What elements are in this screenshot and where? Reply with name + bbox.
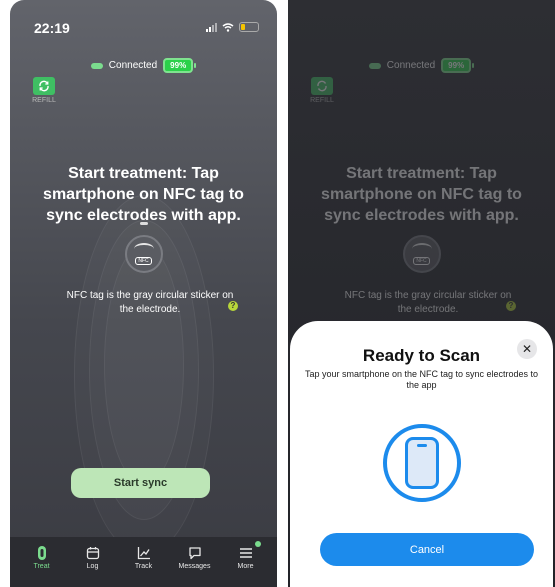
help-icon: ? — [506, 301, 516, 311]
tab-more[interactable]: More — [220, 537, 271, 587]
battery-icon — [239, 22, 259, 32]
status-bar: 22:19 — [10, 20, 277, 38]
signal-icon — [206, 22, 217, 32]
sheet-title: Ready to Scan — [362, 346, 481, 365]
tab-treat[interactable]: Treat — [16, 537, 67, 587]
refill-label: REFILL — [32, 97, 56, 104]
device-battery-badge: 99% — [163, 58, 194, 73]
refill-label: REFILL — [310, 97, 334, 104]
phone-scan-icon — [382, 424, 461, 502]
tab-track[interactable]: Track — [118, 537, 169, 587]
nfc-hint-text: NFC tag is the gray circular sticker on … — [66, 290, 234, 315]
start-sync-button[interactable]: Start sync — [71, 468, 210, 498]
tab-bar: Treat Log Track Messages More — [10, 537, 277, 587]
connection-status: Connected 99% — [10, 58, 277, 73]
close-icon[interactable]: ✕ — [517, 339, 537, 359]
connection-status: Connected 99% — [288, 58, 555, 73]
refresh-icon — [311, 77, 333, 95]
menu-icon — [239, 545, 253, 561]
nfc-hint-text: NFC tag is the gray circular sticker on … — [344, 290, 512, 315]
loading-indicator — [139, 222, 148, 225]
chat-icon — [188, 545, 202, 561]
wifi-icon — [222, 22, 234, 32]
nfc-tag-icon: NFC — [124, 235, 163, 273]
status-time: 22:19 — [34, 20, 70, 36]
calendar-icon — [86, 545, 100, 561]
treat-icon — [37, 545, 47, 561]
refill-button: REFILL — [307, 77, 337, 104]
connection-dot-icon — [90, 62, 103, 69]
cancel-button[interactable]: Cancel — [320, 533, 534, 566]
help-icon[interactable]: ? — [228, 301, 238, 311]
tab-log[interactable]: Log — [67, 537, 118, 587]
connection-label: Connected — [108, 60, 158, 71]
connection-dot-icon — [368, 62, 381, 69]
treatment-headline: Start treatment: Tap smartphone on NFC t… — [43, 165, 244, 224]
nfc-scan-sheet: Ready to Scan ✕ Tap your smartphone on t… — [290, 321, 553, 587]
refill-button[interactable]: REFILL — [29, 77, 59, 104]
nfc-tag-icon: NFC — [402, 235, 441, 273]
treat-screen: 22:19 Connected 99% REFILL Start treatme… — [10, 0, 277, 587]
tab-messages[interactable]: Messages — [169, 537, 220, 587]
chart-icon — [137, 545, 151, 561]
scan-screen: Connected 99% REFILL Start treatment: Ta… — [288, 0, 555, 587]
notification-dot — [255, 541, 261, 547]
device-battery-badge: 99% — [441, 58, 472, 73]
refresh-icon — [33, 77, 55, 95]
connection-label: Connected — [386, 60, 436, 71]
sheet-instructions: Tap your smartphone on the NFC tag to sy… — [304, 369, 539, 390]
treatment-headline: Start treatment: Tap smartphone on NFC t… — [321, 165, 522, 224]
